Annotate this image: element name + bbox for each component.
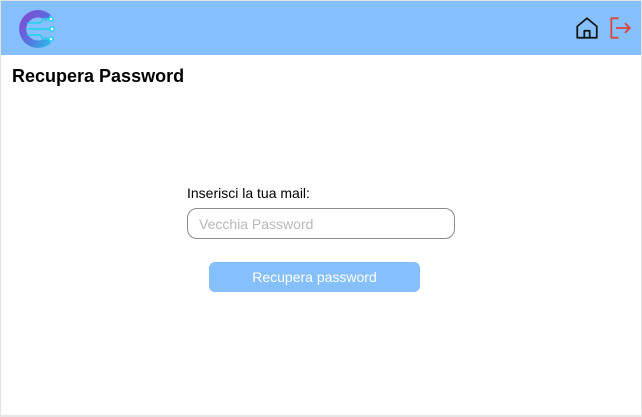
home-icon[interactable] <box>574 15 600 41</box>
app-window: Recupera Password Inserisci la tua mail:… <box>0 0 642 417</box>
recover-password-button[interactable]: Recupera password <box>209 262 420 292</box>
email-field-label: Inserisci la tua mail: <box>187 185 310 201</box>
email-input[interactable] <box>187 208 455 239</box>
top-navigation-bar <box>1 1 641 55</box>
logout-icon[interactable] <box>607 15 633 41</box>
page-title: Recupera Password <box>12 66 185 86</box>
circuit-c-logo-icon[interactable] <box>13 6 59 52</box>
